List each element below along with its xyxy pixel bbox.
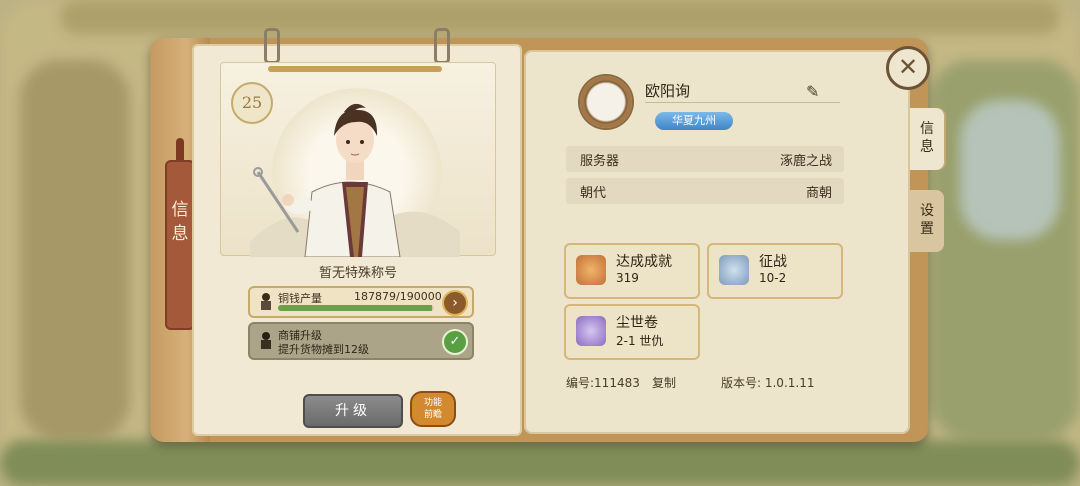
edit-name-icon[interactable]: ✎ (806, 82, 819, 101)
name-underline (645, 102, 840, 103)
coin-output-row: 铜钱产量 187879/190000 › (248, 286, 474, 318)
feature-preview-line1: 功能 (423, 398, 442, 408)
info-row-server: 服务器 涿鹿之战 (566, 146, 844, 172)
upgrade-button[interactable]: 升级 (303, 394, 403, 428)
achievement-value: 319 (616, 271, 639, 285)
level-badge: 25 (231, 82, 273, 124)
coin-output-arrow-button[interactable]: › (442, 290, 468, 316)
coin-output-value: 187879/190000 (354, 290, 442, 303)
check-icon[interactable]: ✓ (442, 329, 468, 355)
close-icon[interactable]: ✕ (886, 46, 930, 90)
version-text: 版本号: 1.0.1.11 (721, 376, 815, 390)
tab-info-label: 信息 (920, 121, 934, 155)
info-key: 服务器 (580, 154, 620, 169)
phoenix-emblem-icon (576, 255, 606, 285)
spine-label: 信息 (171, 200, 189, 244)
binder-ring-right (434, 28, 450, 64)
crossed-swords-icon (719, 255, 749, 285)
portrait-top-bar (268, 66, 442, 72)
tab-settings-label: 设置 (920, 203, 934, 237)
campaign-title: 征战 (759, 254, 787, 270)
campaign-value: 10-2 (759, 271, 787, 285)
player-id-text: 编号:111483 (566, 376, 640, 390)
copy-id-button[interactable]: 复制 (652, 374, 676, 391)
merchant-avatar-icon (261, 293, 271, 310)
feature-preview-button[interactable]: 功能 前瞻 (410, 391, 456, 427)
tab-settings[interactable]: 设置 (910, 190, 944, 252)
info-value: 商朝 (805, 186, 832, 201)
special-title-label: 暂无特殊称号 (318, 266, 397, 281)
tab-info[interactable]: 信息 (910, 108, 944, 170)
info-key: 朝代 (580, 186, 607, 201)
world-scroll-title: 尘世卷 (616, 315, 658, 331)
coin-output-label: 铜钱产量 (278, 292, 322, 305)
feature-preview-line2: 前瞻 (423, 410, 442, 420)
campaign-card[interactable]: 征战 10-2 (707, 243, 843, 299)
info-value: 涿鹿之战 (779, 154, 832, 169)
world-scroll-card[interactable]: 尘世卷 2-1 世仇 (564, 304, 700, 360)
shop-upgrade-desc: 提升货物摊到12级 (278, 343, 369, 356)
world-scroll-value: 2-1 世仇 (616, 334, 664, 348)
coin-output-progress (278, 305, 434, 311)
character-portrait (250, 103, 460, 257)
merchant-avatar-icon (261, 332, 271, 349)
server-tag-badge: 华夏九州 (655, 112, 733, 130)
coin-output-progress-fill (278, 305, 433, 311)
shop-upgrade-row: 商铺升级 提升货物摊到12级 ✓ (248, 322, 474, 360)
binder-ring-left (264, 28, 280, 64)
purple-crest-icon (576, 316, 606, 346)
achievement-title: 达成成就 (616, 254, 672, 270)
player-name: 欧阳询 (645, 82, 691, 100)
achievement-card[interactable]: 达成成就 319 (564, 243, 700, 299)
info-row-dynasty: 朝代 商朝 (566, 178, 844, 204)
player-avatar[interactable] (580, 76, 632, 128)
